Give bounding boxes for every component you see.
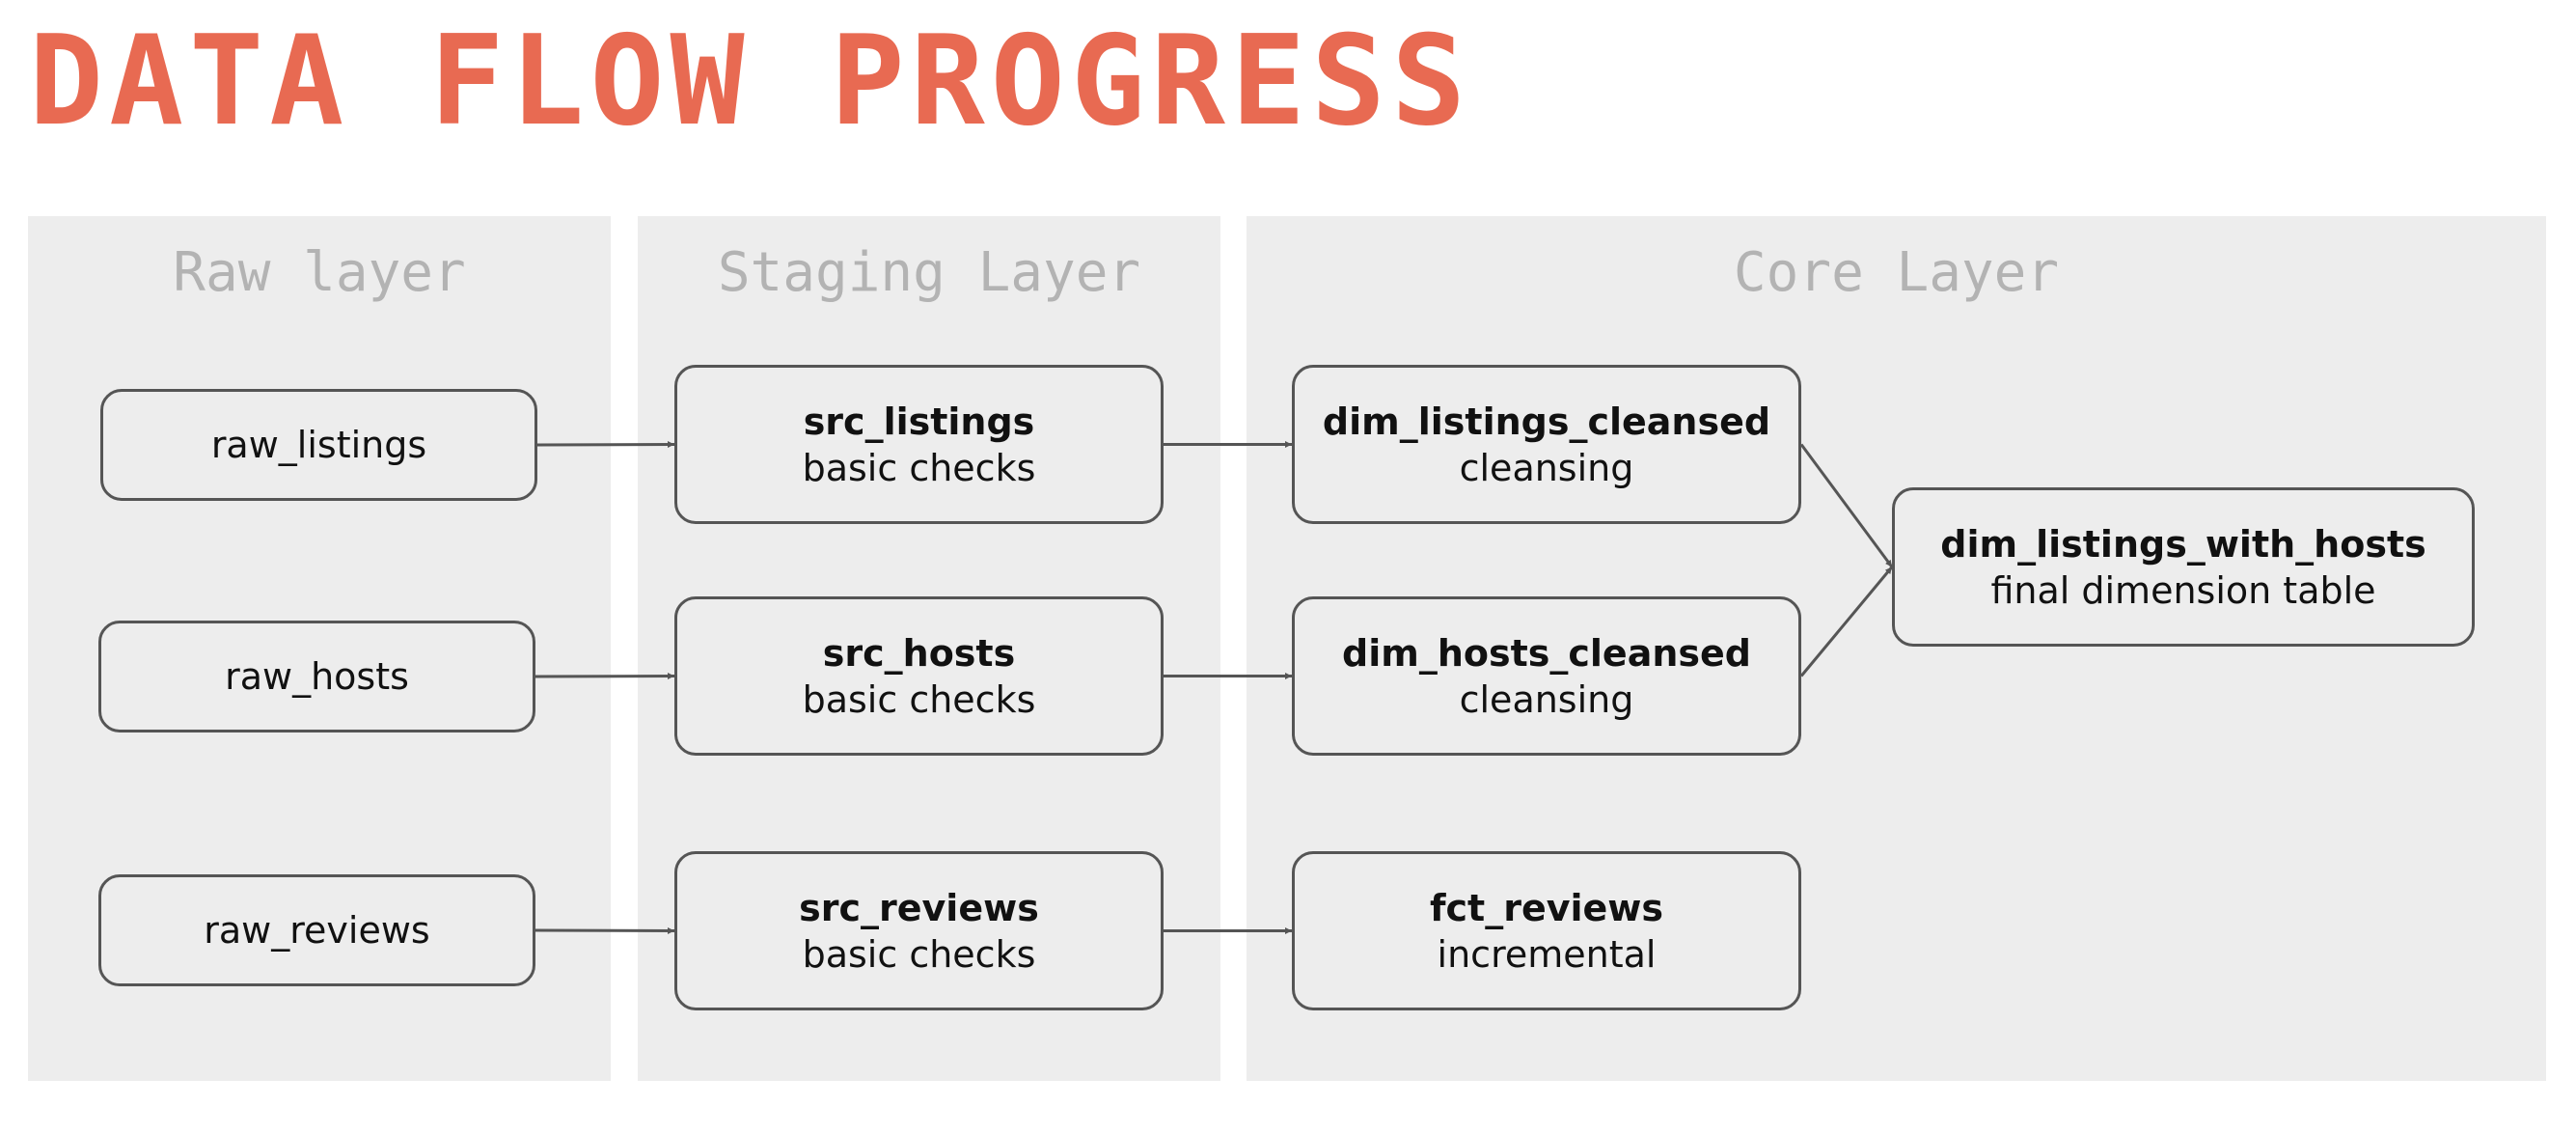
node-name: src_reviews [799,886,1039,929]
node-description: cleansing [1459,677,1634,721]
node-name: dim_listings_cleansed [1322,400,1771,443]
node-description: incremental [1437,932,1657,976]
node-name: src_listings [803,400,1035,443]
node-label: raw_hosts [225,655,409,698]
node-description: basic checks [802,677,1036,721]
node-raw-reviews: raw_reviews [98,874,535,986]
node-dim-listings-with-hosts: dim_listings_with_hosts final dimension … [1892,487,2475,647]
node-src-listings: src_listings basic checks [674,365,1164,524]
node-src-reviews: src_reviews basic checks [674,851,1164,1010]
node-label: raw_listings [210,424,427,466]
node-src-hosts: src_hosts basic checks [674,596,1164,756]
arrow-dim_listings_cleansed-to-dim_listings_with_hosts [1799,443,1894,568]
node-label: raw_reviews [204,909,430,952]
node-name: dim_hosts_cleansed [1342,631,1751,675]
arrow-raw_listings-to-src_listings [536,441,675,449]
node-dim-hosts-cleansed: dim_hosts_cleansed cleansing [1292,596,1801,756]
node-dim-listings-cleansed: dim_listings_cleansed cleansing [1292,365,1801,524]
node-name: fct_reviews [1429,886,1664,929]
node-description: final dimension table [1990,568,2376,612]
node-description: basic checks [802,446,1036,489]
node-name: dim_listings_with_hosts [1940,522,2426,566]
node-description: cleansing [1459,446,1634,489]
node-description: basic checks [802,932,1036,976]
arrow-raw_reviews-to-src_reviews [534,926,675,934]
node-fct-reviews: fct_reviews incremental [1292,851,1801,1010]
node-name: src_hosts [822,631,1016,675]
node-raw-hosts: raw_hosts [98,621,535,732]
node-raw-listings: raw_listings [100,389,537,501]
arrow-dim_hosts_cleansed-to-dim_listings_with_hosts [1799,566,1894,677]
